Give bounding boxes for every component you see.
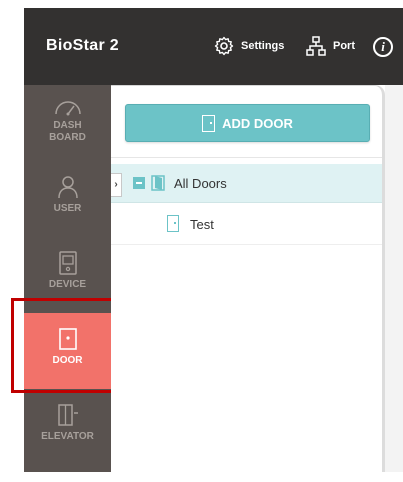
port-button[interactable]: Port	[306, 36, 355, 56]
sidebar-item-label: DASH BOARD	[49, 120, 86, 143]
sidebar-item-label: ELEVATOR	[41, 431, 94, 442]
sidebar-item-label: USER	[53, 203, 82, 214]
gauge-icon	[53, 97, 83, 117]
tree-root-label[interactable]: All Doors	[174, 176, 227, 191]
tree-item-label[interactable]: Test	[190, 217, 214, 232]
top-bar: BioStar 2 Settings Port i	[24, 8, 403, 85]
info-icon[interactable]: i	[373, 37, 393, 57]
row-divider	[111, 244, 382, 245]
sidebar-item-elevator[interactable]: ELEVATOR	[24, 389, 111, 465]
door-icon	[202, 114, 216, 132]
door-list-panel	[111, 85, 382, 472]
settings-label: Settings	[241, 40, 285, 52]
sidebar: DASH BOARD USER DEVICE DOOR ELEVATOR	[24, 85, 111, 472]
user-icon	[57, 175, 79, 199]
collapse-icon[interactable]	[133, 177, 145, 189]
door-group-icon	[151, 175, 165, 191]
gear-icon	[214, 36, 234, 56]
app-title: BioStar 2	[46, 37, 119, 54]
port-label: Port	[333, 40, 355, 52]
door-icon	[167, 215, 179, 232]
device-icon	[58, 251, 78, 275]
sidebar-item-dashboard[interactable]: DASH BOARD	[24, 85, 111, 161]
sidebar-item-user[interactable]: USER	[24, 161, 111, 237]
right-scroll-area	[385, 85, 403, 472]
network-icon	[306, 36, 326, 56]
elevator-icon	[57, 403, 79, 427]
door-menu-highlight-box	[11, 298, 118, 393]
add-door-label: ADD DOOR	[222, 115, 293, 131]
add-door-button[interactable]: ADD DOOR	[125, 104, 370, 142]
panel-toggle-button[interactable]: ›	[111, 173, 122, 197]
divider	[111, 157, 382, 158]
settings-button[interactable]: Settings	[214, 36, 284, 56]
sidebar-item-label: DEVICE	[48, 279, 87, 290]
